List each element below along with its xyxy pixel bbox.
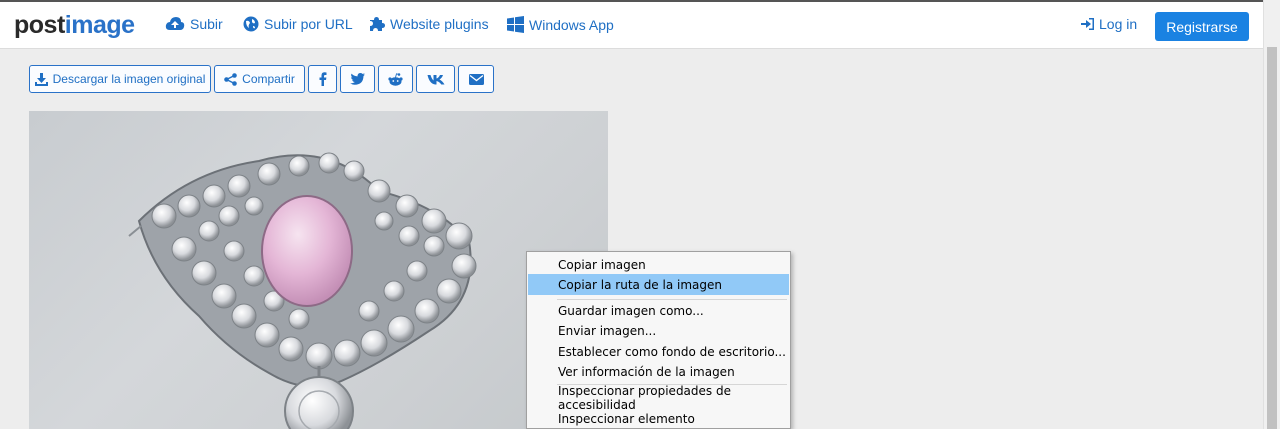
nav-website-plugins-link[interactable]: Website plugins bbox=[369, 16, 489, 32]
logo-text-image: image bbox=[64, 11, 135, 39]
login-label: Log in bbox=[1099, 16, 1138, 32]
scrollbar-thumb[interactable] bbox=[1267, 47, 1277, 429]
cloud-upload-icon bbox=[165, 17, 185, 30]
top-navbar: postimage Subir Subir por URL Website pl… bbox=[0, 0, 1263, 49]
windows-icon bbox=[507, 16, 524, 33]
nav-upload-url-label: Subir por URL bbox=[264, 16, 353, 32]
nav-upload-link[interactable]: Subir bbox=[165, 16, 223, 32]
download-icon bbox=[34, 72, 48, 86]
puzzle-icon bbox=[370, 17, 385, 31]
menu-item-set-as-background[interactable]: Establecer como fondo de escritorio... bbox=[528, 341, 789, 362]
globe-icon bbox=[243, 16, 259, 32]
reddit-share-button[interactable] bbox=[378, 65, 413, 93]
email-share-button[interactable] bbox=[458, 65, 494, 93]
download-original-label: Descargar la imagen original bbox=[52, 72, 206, 86]
menu-item-label: Copiar imagen bbox=[558, 257, 646, 272]
menu-item-send-image[interactable]: Enviar imagen... bbox=[528, 320, 789, 341]
reddit-icon bbox=[388, 72, 403, 86]
menu-item-label: Ver información de la imagen bbox=[558, 364, 735, 379]
menu-item-label: Enviar imagen... bbox=[558, 323, 657, 338]
twitter-icon bbox=[350, 73, 365, 85]
menu-item-label: Copiar la ruta de la imagen bbox=[558, 277, 722, 292]
image-context-menu: Copiar imagen Copiar la ruta de la image… bbox=[526, 251, 791, 429]
share-button[interactable]: Compartir bbox=[214, 65, 305, 93]
menu-item-copy-image[interactable]: Copiar imagen bbox=[528, 254, 789, 275]
menu-item-label: Guardar imagen como... bbox=[558, 303, 704, 318]
download-original-button[interactable]: Descargar la imagen original bbox=[29, 65, 211, 93]
twitter-share-button[interactable] bbox=[340, 65, 375, 93]
nav-upload-label: Subir bbox=[190, 16, 223, 32]
menu-item-copy-image-path[interactable]: Copiar la ruta de la imagen bbox=[528, 274, 789, 295]
share-icon bbox=[224, 72, 237, 86]
share-label: Compartir bbox=[242, 72, 295, 86]
postimage-logo[interactable]: postimage bbox=[14, 11, 135, 40]
nav-windows-app-label: Windows App bbox=[529, 16, 614, 33]
nav-windows-app-link[interactable]: Windows App bbox=[507, 16, 614, 33]
menu-item-label: Inspeccionar elemento bbox=[558, 411, 695, 426]
menu-item-save-image[interactable]: Guardar imagen como... bbox=[528, 300, 789, 321]
menu-item-inspect-accessibility[interactable]: Inspeccionar propiedades de accesibilida… bbox=[528, 384, 789, 412]
logo-text-post: post bbox=[14, 11, 65, 39]
nav-upload-url-link[interactable]: Subir por URL bbox=[243, 16, 353, 32]
facebook-icon bbox=[319, 72, 326, 86]
register-button[interactable]: Registrarse bbox=[1155, 12, 1249, 41]
menu-item-label: Establecer como fondo de escritorio... bbox=[558, 344, 786, 359]
menu-item-inspect-element[interactable]: Inspeccionar elemento bbox=[528, 408, 789, 429]
vk-icon bbox=[427, 74, 444, 84]
vk-share-button[interactable] bbox=[416, 65, 455, 93]
menu-item-view-image-info[interactable]: Ver información de la imagen bbox=[528, 361, 789, 382]
nav-website-plugins-label: Website plugins bbox=[390, 16, 489, 32]
brooch-photo bbox=[128, 152, 477, 429]
image-preview[interactable] bbox=[29, 111, 608, 429]
vertical-scrollbar[interactable] bbox=[1263, 0, 1280, 429]
sign-in-icon bbox=[1081, 18, 1094, 30]
login-link[interactable]: Log in bbox=[1081, 16, 1137, 32]
facebook-share-button[interactable] bbox=[308, 65, 337, 93]
envelope-icon bbox=[468, 73, 484, 85]
